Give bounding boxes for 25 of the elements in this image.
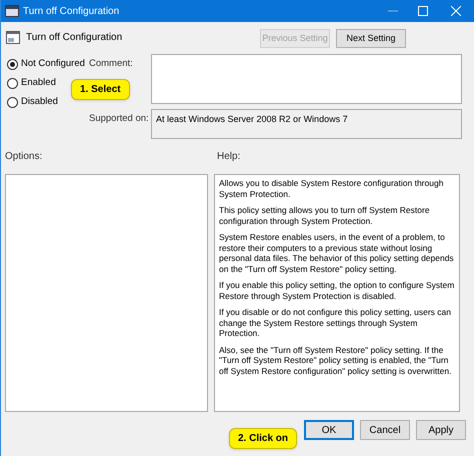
help-paragraph: System Restore enables users, in the event of a problem, to restore their computers to a previous state without losing personal data files. The behavior of this policy setting depends on the "Turn off System Restore" policy setting. (219, 232, 455, 274)
comment-field[interactable] (151, 54, 462, 104)
callout: 2. Click on (229, 428, 298, 449)
help-paragraph: If you enable this policy setting, the option to configure System Restore through System Protection is disabled. (219, 280, 455, 301)
policy-title: Turn off Configuration (26, 31, 122, 45)
window-icon (5, 5, 19, 17)
comment-label: Comment: (89, 57, 133, 71)
help-paragraph: Allows you to disable System Restore configuration through System Protection. (219, 178, 444, 199)
radio-option[interactable]: Enabled (7, 77, 56, 90)
cancel-button[interactable]: Cancel (360, 420, 410, 440)
ok-button[interactable]: OK (304, 420, 354, 440)
window-title: Turn off Configuration (23, 4, 120, 18)
radio-option[interactable]: Not Configured (7, 58, 85, 71)
radio-option[interactable]: Disabled (7, 96, 58, 109)
help-paragraph: Also, see the "Turn off System Restore" policy setting. If the "Turn off System Restore" policy setting is enabled, the "Turn off System Restore configuration" policy setting is overwritten. (219, 344, 452, 376)
supported-on-field: At least Windows Server 2008 R2 or Windows 7 (151, 109, 462, 139)
callout: 1. Select (71, 79, 130, 100)
apply-button[interactable]: Apply (416, 420, 466, 440)
help-label: Help: (217, 150, 240, 164)
supported-on-label: Supported on: (89, 112, 149, 126)
help-paragraph: This policy setting allows you to turn off System Restore configuration through System Protection. (219, 205, 431, 226)
options-label: Options: (5, 150, 44, 164)
policy-icon (6, 31, 20, 44)
next-setting-button[interactable]: Next Setting (336, 29, 406, 48)
help-paragraph: If you disable or do not configure this policy setting, users can change the System Restore settings through System Protection. (219, 307, 452, 338)
